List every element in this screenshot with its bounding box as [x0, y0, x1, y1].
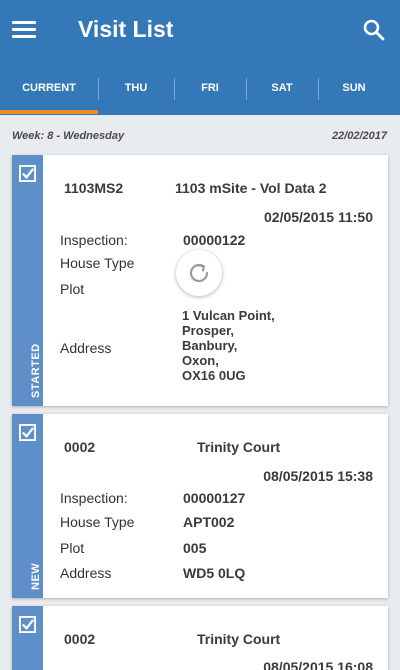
menu-icon[interactable] — [12, 19, 38, 41]
site-name: Trinity Court — [197, 439, 281, 455]
inspection-label: Inspection: — [60, 232, 128, 248]
house-type-label: House Type — [60, 255, 135, 271]
tab-fri[interactable]: FRI — [174, 64, 246, 112]
visit-datetime: 08/05/2015 16:08 — [263, 659, 373, 670]
visit-code: 1103MS2 — [64, 180, 124, 196]
address-label: Address — [60, 565, 112, 581]
inspection-value: 00000122 — [183, 232, 246, 248]
week-date: 22/02/2017 — [331, 130, 387, 142]
plot-value: 005 — [183, 540, 207, 556]
visit-datetime: 08/05/2015 15:38 — [263, 468, 373, 484]
plot-label: Plot — [60, 540, 85, 556]
checkbox-checked-icon[interactable] — [19, 616, 36, 633]
checkbox-checked-icon[interactable] — [19, 424, 36, 441]
visit-code: 0002 — [64, 439, 96, 455]
visit-card[interactable]: 0002 Trinity Court 08/05/2015 16:08 — [12, 606, 388, 670]
tab-sat[interactable]: SAT — [246, 64, 318, 112]
search-icon[interactable] — [362, 18, 386, 42]
status-badge: STARTED — [30, 343, 42, 398]
address-line: Banbury, — [182, 338, 238, 353]
plot-label: Plot — [60, 281, 85, 297]
status-strip: STARTED — [12, 155, 43, 406]
active-tab-indicator — [0, 110, 98, 114]
address-label: Address — [60, 340, 112, 356]
status-badge: NEW — [30, 562, 42, 590]
house-type-label: House Type — [60, 514, 135, 530]
address-line: Oxon, — [182, 353, 219, 368]
visit-card[interactable]: NEW 0002 Trinity Court 08/05/2015 15:38 … — [12, 414, 388, 598]
refresh-spinner-icon — [176, 250, 222, 296]
address-line: OX16 0UG — [182, 368, 246, 383]
address-value: WD5 0LQ — [183, 565, 246, 581]
tab-sun[interactable]: SUN — [318, 64, 390, 112]
visit-datetime: 02/05/2015 11:50 — [264, 209, 373, 225]
week-header: Week: 8 - Wednesday 22/02/2017 — [0, 120, 400, 154]
inspection-label: Inspection: — [60, 490, 128, 506]
address-line: 1 Vulcan Point, — [182, 308, 275, 323]
app-bar: Visit List CURRENT THU FRI SAT SUN — [0, 0, 400, 115]
visit-code: 0002 — [64, 631, 96, 647]
status-strip — [12, 606, 43, 670]
tab-current[interactable]: CURRENT — [0, 64, 98, 112]
site-name: Trinity Court — [197, 631, 281, 647]
address-line: Prosper, — [182, 323, 235, 338]
tab-thu[interactable]: THU — [98, 64, 174, 112]
address-value: 1 Vulcan Point, Prosper, Banbury, Oxon, … — [182, 308, 275, 383]
page-title: Visit List — [78, 16, 174, 42]
status-strip: NEW — [12, 414, 43, 598]
week-label: Week: 8 - Wednesday — [12, 130, 125, 142]
site-name: 1103 mSite - Vol Data 2 — [175, 180, 327, 196]
toolbar: Visit List — [0, 0, 400, 60]
day-tabs: CURRENT THU FRI SAT SUN — [0, 64, 400, 114]
inspection-value: 00000127 — [183, 490, 246, 506]
checkbox-checked-icon[interactable] — [19, 165, 36, 182]
house-type-value: APT002 — [183, 514, 235, 530]
